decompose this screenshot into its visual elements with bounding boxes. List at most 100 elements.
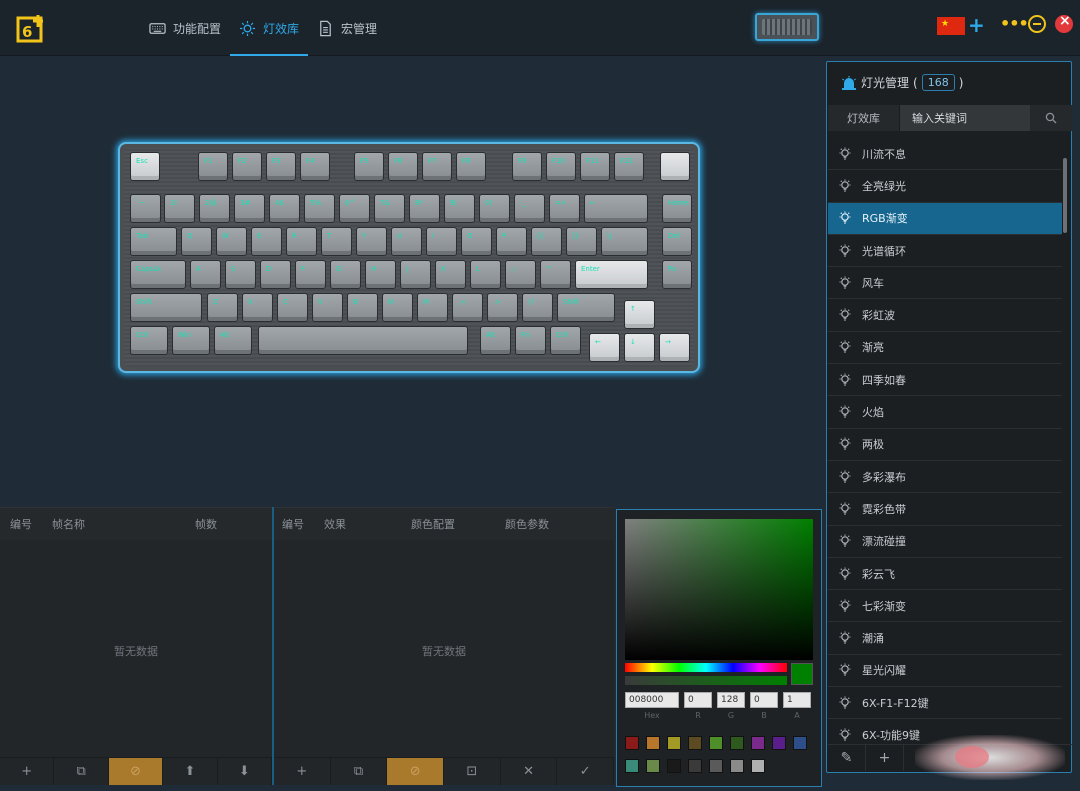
keyboard-key[interactable] [662,227,692,256]
edit-icon[interactable]: ✎ [828,745,866,771]
keyboard-key[interactable] [225,260,256,289]
import-icon[interactable]: ⊡ [444,758,501,785]
color-swatch[interactable] [688,759,702,773]
keyboard-key[interactable] [505,260,536,289]
keyboard-key[interactable] [164,194,195,223]
keyboard-key[interactable] [540,260,571,289]
plus-icon[interactable]: + [274,758,331,785]
r-input[interactable]: 0 [684,692,712,708]
china-flag-icon[interactable]: ★ [937,17,965,35]
keyboard-key[interactable] [400,260,431,289]
effect-list-item[interactable]: 四季如春 [828,364,1062,397]
keyboard-key[interactable] [242,293,273,322]
keyboard-key[interactable] [214,326,252,355]
keyboard-key[interactable] [614,152,644,181]
effect-list-item[interactable]: 渐亮 [828,332,1062,365]
color-swatch[interactable] [709,759,723,773]
close-window-button[interactable] [1055,13,1073,33]
keyboard-key[interactable] [461,227,492,256]
keyboard-key[interactable] [234,194,265,223]
keyboard-key[interactable] [512,152,542,181]
plus-icon[interactable]: + [866,745,904,771]
keyboard-key[interactable] [514,194,545,223]
keyboard-key[interactable] [426,227,457,256]
close-icon[interactable]: ✕ [501,758,558,785]
keyboard-key[interactable] [662,194,692,223]
keyboard-key[interactable] [409,194,440,223]
light-library-tab[interactable]: 灯效库 [828,105,900,131]
keyboard-key[interactable] [207,293,238,322]
effect-list-item[interactable]: RGB渐变 [828,202,1062,235]
color-swatch[interactable] [751,759,765,773]
keyboard-key[interactable] [391,227,422,256]
keyboard-key[interactable] [365,260,396,289]
minimize-button[interactable] [1028,15,1046,33]
keyboard-key[interactable] [330,260,361,289]
keyboard-key[interactable] [172,326,210,355]
keyboard-key[interactable] [251,227,282,256]
check-icon[interactable]: ✓ [557,758,615,785]
nav-tab-light-library[interactable]: 灯效库 [230,0,309,56]
color-swatch[interactable] [625,759,639,773]
effect-list-item[interactable]: 火焰 [828,396,1062,429]
color-swatch[interactable] [793,736,807,750]
effect-list-item[interactable]: 两极 [828,429,1062,461]
keyboard-key[interactable] [470,260,501,289]
keyboard-key[interactable] [130,194,161,223]
color-swatch[interactable] [646,736,660,750]
nav-tab-function-config[interactable]: 功能配置 [140,0,230,56]
alpha-slider[interactable] [625,676,787,685]
search-input[interactable] [900,105,1030,131]
keyboard-key[interactable] [347,293,378,322]
keyboard-key[interactable] [304,194,335,223]
keyboard-key[interactable] [531,227,562,256]
keyboard-key[interactable] [589,333,620,362]
color-swatch[interactable] [730,759,744,773]
keyboard-key[interactable] [130,326,168,355]
color-swatch[interactable] [646,759,660,773]
keyboard-key[interactable] [624,300,655,329]
keyboard-key[interactable] [181,227,212,256]
keyboard-key[interactable] [456,152,486,181]
keyboard-key[interactable] [417,293,448,322]
hue-slider[interactable] [625,663,787,672]
keyboard-key[interactable] [601,227,648,256]
keyboard-key[interactable] [515,326,546,355]
keyboard-key[interactable] [286,227,317,256]
keyboard-key[interactable] [354,152,384,181]
keyboard-key[interactable] [662,260,692,289]
keyboard-key[interactable] [356,227,387,256]
more-options-icon[interactable]: ••• [1000,14,1029,33]
keyboard-key[interactable] [277,293,308,322]
keyboard-key[interactable] [130,152,160,181]
effect-list-item[interactable]: 霓彩色带 [828,493,1062,526]
keyboard-key[interactable] [388,152,418,181]
keyboard-key[interactable] [480,326,511,355]
effect-list-item[interactable]: 彩虹波 [828,299,1062,332]
effect-list-item[interactable]: 川流不息 [828,138,1062,171]
keyboard-key[interactable] [444,194,475,223]
keyboard-key[interactable] [435,260,466,289]
keyboard-key[interactable] [557,293,615,322]
keyboard-key[interactable] [269,194,300,223]
effect-list-item[interactable]: 风车 [828,267,1062,300]
keyboard-key[interactable] [452,293,483,322]
keyboard-key[interactable] [566,227,597,256]
keyboard-key[interactable] [522,293,553,322]
add-language-icon[interactable]: + [968,13,985,37]
keyboard-key[interactable] [487,293,518,322]
g-input[interactable]: 128 [717,692,745,708]
b-input[interactable]: 0 [750,692,778,708]
keyboard-key[interactable] [198,152,228,181]
color-swatch[interactable] [730,736,744,750]
keyboard-key[interactable] [382,293,413,322]
color-swatch[interactable] [667,736,681,750]
arrow-up-icon[interactable]: ⬆ [163,758,218,785]
a-input[interactable]: 1 [783,692,811,708]
search-icon[interactable] [1030,105,1072,131]
hex-input[interactable]: 008000 [625,692,679,708]
delete-icon[interactable]: ⊘ [387,758,445,785]
color-swatch[interactable] [772,736,786,750]
keyboard-key[interactable] [260,260,291,289]
effect-list-item[interactable]: 星光闪耀 [828,655,1062,688]
